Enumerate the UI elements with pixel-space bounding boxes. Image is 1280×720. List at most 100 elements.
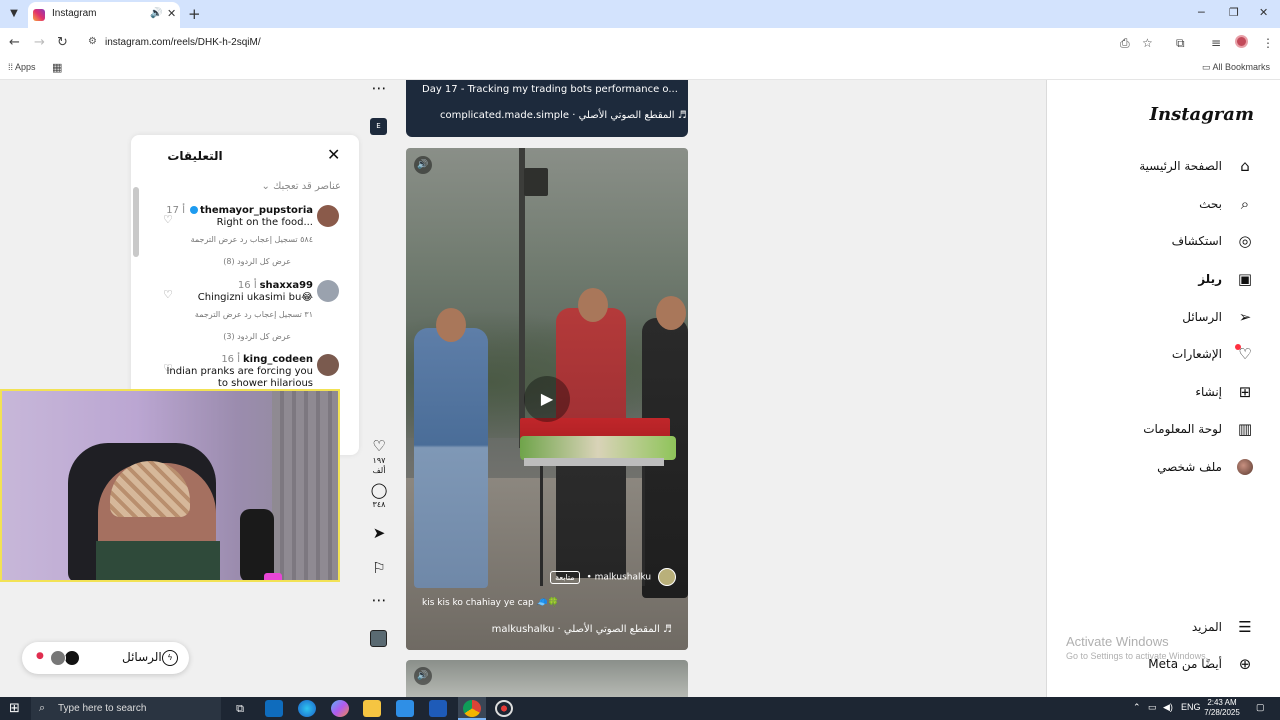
comment-avatar[interactable] <box>317 280 339 302</box>
more-options-icon[interactable]: ⋯ <box>368 80 390 96</box>
tab-close-icon[interactable]: ✕ <box>167 7 176 20</box>
follow-button[interactable]: متابعة <box>550 570 580 584</box>
reels-icon: ▣ <box>1237 270 1253 288</box>
browser-menu-icon[interactable]: ⋮ <box>1262 36 1274 50</box>
reel-author[interactable]: متابعة • malkushalku <box>550 568 676 586</box>
new-tab-icon[interactable]: + <box>188 5 201 23</box>
sidebar-item-profile[interactable]: ملف شخصي <box>1062 455 1262 481</box>
comments-sort-dropdown[interactable]: عناصر قد تعجبك ⌄ <box>261 181 341 192</box>
instagram-logo[interactable]: Instagram <box>1150 104 1254 125</box>
comment-username[interactable]: king_codeen <box>243 354 313 365</box>
chrome-icon[interactable] <box>463 700 481 717</box>
messages-pill[interactable]: ϟ الرسائل ● <box>22 642 189 674</box>
all-bookmarks[interactable]: ▭ All Bookmarks <box>1202 62 1270 73</box>
mute-icon[interactable]: 🔊 <box>414 156 432 174</box>
site-info-icon[interactable]: ⚙ <box>88 36 97 47</box>
tab-groups-icon[interactable]: ▦ <box>52 61 62 74</box>
close-icon[interactable]: ✕ <box>327 145 340 164</box>
windows-start-icon[interactable]: ⊞ <box>9 701 20 716</box>
previous-reel-caption[interactable]: Day 17 - Tracking my trading bots perfor… <box>422 84 678 95</box>
heart-icon: ♡ <box>372 437 386 455</box>
comment-like-icon[interactable]: ♡ <box>163 288 173 301</box>
comment-username[interactable]: themayor_pupstoria <box>200 205 313 216</box>
share-button[interactable]: ➤ <box>368 525 390 541</box>
comment-button[interactable]: ◯ ٣٤٨ <box>368 482 390 510</box>
apps-bookmark[interactable]: ⁞⁞ Apps <box>8 62 36 72</box>
scene-cart-tray <box>524 458 664 466</box>
comment-item: 16 أ shaxxa99 Chingizni ukasimi bu😂 ٣١ تس… <box>131 280 359 360</box>
previous-reel[interactable]: Day 17 - Tracking my trading bots perfor… <box>406 80 688 137</box>
volume-icon[interactable]: ◀) <box>1163 702 1173 713</box>
taskbar-search[interactable]: ⌕ Type here to search <box>31 697 221 720</box>
tab-audio-icon[interactable]: 🔊 <box>150 8 162 19</box>
reload-icon[interactable]: ↻ <box>57 35 68 50</box>
sidebar-item-reels[interactable]: ▣ ريلز <box>1062 267 1262 293</box>
sidebar-item-explore[interactable]: ◎ استكشاف <box>1062 229 1262 255</box>
webcam-rgb-light <box>264 573 282 580</box>
previous-reel-audio-thumb[interactable]: E <box>370 118 387 135</box>
bookmark-star-icon[interactable]: ☆ <box>1142 36 1153 50</box>
minimize-icon[interactable]: ─ <box>1198 6 1205 19</box>
play-icon[interactable]: ▶ <box>524 376 570 422</box>
tray-chevron-icon[interactable]: ⌃ <box>1133 702 1141 713</box>
defender-icon[interactable] <box>429 700 447 717</box>
copilot-icon[interactable] <box>331 700 349 717</box>
forward-arrow-icon[interactable]: → <box>34 35 45 50</box>
sidebar-item-notifications[interactable]: ♡ الإشعارات <box>1062 342 1262 368</box>
file-explorer-icon[interactable] <box>363 700 381 717</box>
reel-audio[interactable]: malkushalku · المقطع الصوتي الأصلي ♬ <box>492 624 672 635</box>
chevron-down-icon: ⌄ <box>261 181 270 192</box>
sidebar-item-search[interactable]: ⌕ بحث <box>1062 192 1262 218</box>
media-controls-icon[interactable]: ≡ <box>1211 36 1221 50</box>
window-close-icon[interactable]: ✕ <box>1259 6 1268 19</box>
url-field[interactable]: ⚙ instagram.com/reels/DHK-h-2sqiM/ <box>80 31 1170 55</box>
compass-icon: ◎ <box>1238 232 1252 250</box>
task-view-icon[interactable]: ⧉ <box>231 700 249 717</box>
reel-more-options-icon[interactable]: ⋯ <box>368 592 390 608</box>
comment-username[interactable]: shaxxa99 <box>260 280 313 291</box>
menu-icon: ☰ <box>1238 618 1252 636</box>
outlook-icon[interactable] <box>265 700 283 717</box>
previous-reel-audio[interactable]: complicated.made.simple · المقطع الصوتي … <box>440 110 687 121</box>
edge-icon[interactable] <box>298 700 316 717</box>
comment-avatar[interactable] <box>317 205 339 227</box>
view-replies-button[interactable]: عرض كل الردود (8) <box>223 257 291 266</box>
restore-icon[interactable]: ❐ <box>1229 6 1239 19</box>
browser-tab-instagram[interactable]: Instagram 🔊 ✕ <box>28 2 180 28</box>
activate-windows-subtitle: Go to Settings to activate Windows. <box>1066 651 1209 661</box>
reel-audio-thumb[interactable] <box>370 630 387 647</box>
reel-caption[interactable]: kis kis ko chahiay ye cap 🧢🍀 <box>422 598 559 608</box>
sidebar-item-create[interactable]: ⊞ إنشاء <box>1062 380 1262 406</box>
comment-like-icon[interactable]: ♡ <box>163 213 173 226</box>
back-arrow-icon[interactable]: ← <box>9 35 20 50</box>
comment-actions[interactable]: ٣١ تسجيل إعجاب رد عرض الترجمة <box>195 310 313 319</box>
browser-profile-avatar[interactable] <box>1235 35 1248 48</box>
comment-actions[interactable]: ٥٨٤ تسجيل إعجاب رد عرض الترجمة <box>191 235 313 244</box>
install-app-icon[interactable]: ⎙ <box>1120 36 1130 51</box>
instagram-sidebar: Instagram ⌂ الصفحة الرئيسية ⌕ بحث ◎ استك… <box>1046 80 1280 697</box>
like-button[interactable]: ♡ ١٩٧ ألف <box>368 438 390 476</box>
view-replies-button[interactable]: عرض كل الردود (3) <box>223 332 291 341</box>
next-reel[interactable]: 🔊 <box>406 660 688 697</box>
store-icon[interactable] <box>396 700 414 717</box>
tab-search-chevron-icon[interactable]: ▼ <box>6 6 22 22</box>
network-icon[interactable]: ▭ <box>1148 702 1157 713</box>
reel-video[interactable]: 🔊 ▶ متابعة • malkushalku kis kis ko chah… <box>406 148 688 650</box>
meta-apps-icon: ⊕ <box>1238 655 1252 673</box>
save-button[interactable]: ⚐ <box>368 560 390 576</box>
instagram-page: Day 17 - Tracking my trading bots perfor… <box>0 80 1280 697</box>
tab-bar: ▼ Instagram 🔊 ✕ + ─ ❐ ✕ <box>0 0 1280 28</box>
taskbar-clock[interactable]: 2:43 AM 7/28/2025 <box>1194 698 1250 718</box>
comment-like-icon[interactable]: ♡ <box>163 362 173 375</box>
obs-icon[interactable] <box>495 700 513 717</box>
reel-username[interactable]: malkushalku <box>595 573 651 583</box>
sidebar-item-dashboard[interactable]: ▥ لوحة المعلومات <box>1062 417 1262 443</box>
notifications-icon[interactable]: ▢ <box>1256 702 1265 713</box>
sidebar-item-home[interactable]: ⌂ الصفحة الرئيسية <box>1062 154 1262 180</box>
extensions-icon[interactable]: ⧉ <box>1176 36 1185 51</box>
next-reel-mute-icon[interactable]: 🔊 <box>414 667 432 685</box>
comment-avatar[interactable] <box>317 354 339 376</box>
sidebar-item-messages[interactable]: ➢ الرسائل <box>1062 305 1262 331</box>
reel-author-avatar[interactable] <box>658 568 676 586</box>
plus-square-icon: ⊞ <box>1238 383 1252 401</box>
